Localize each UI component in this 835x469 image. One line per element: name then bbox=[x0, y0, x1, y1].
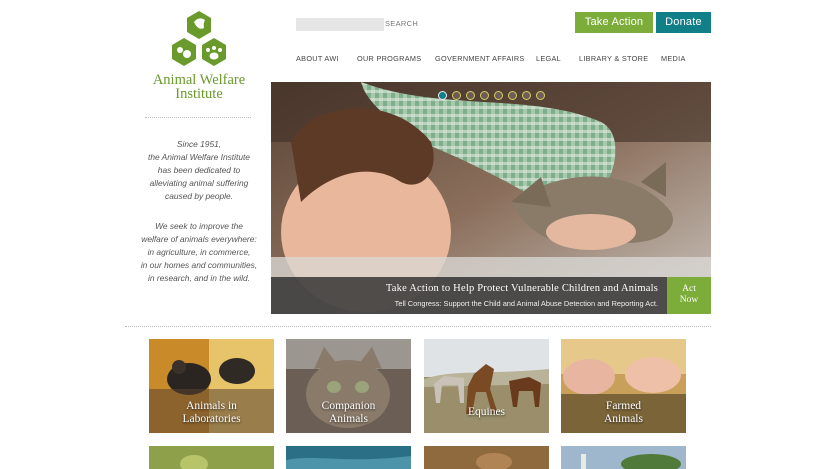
tagline-line: the Animal Welfare Institute bbox=[148, 152, 250, 162]
tile-row2-3[interactable] bbox=[424, 446, 549, 469]
tile-label-line1: Farmed bbox=[605, 400, 642, 412]
hero-title[interactable]: Take Action to Help Protect Vulnerable C… bbox=[386, 283, 658, 294]
tile-label-line1: Animals in bbox=[186, 400, 237, 412]
tile-label: Companion Animals bbox=[286, 400, 411, 425]
tile-image-horses bbox=[424, 339, 549, 433]
tile-farmed-animals[interactable]: Farmed Animals bbox=[561, 339, 686, 433]
tile-label: Equines bbox=[424, 406, 549, 419]
nav-our-programs[interactable]: OUR PROGRAMS bbox=[357, 54, 421, 63]
tagline-history: Since 1951, the Animal Welfare Institute… bbox=[135, 138, 263, 203]
donate-button[interactable]: Donate bbox=[656, 12, 711, 33]
slider-dot-6[interactable] bbox=[507, 91, 517, 100]
logo-name-line2: Institute bbox=[175, 86, 223, 102]
awi-logo[interactable]: Animal Welfare Institute bbox=[140, 10, 258, 101]
slider-dot-8[interactable] bbox=[535, 91, 545, 100]
slider-dot-5[interactable] bbox=[493, 91, 503, 100]
tagline-line: welfare of animals everywhere: bbox=[141, 234, 257, 244]
nav-media[interactable]: MEDIA bbox=[661, 54, 686, 63]
tile-animals-in-laboratories[interactable]: Animals in Laboratories bbox=[149, 339, 274, 433]
slider-pagination bbox=[271, 91, 711, 100]
take-action-button[interactable]: Take Action bbox=[575, 12, 653, 33]
tile-row2-1[interactable] bbox=[149, 446, 274, 469]
search-input[interactable] bbox=[296, 18, 384, 31]
nav-legal[interactable]: LEGAL bbox=[536, 54, 561, 63]
tile-label-line2: Laboratories bbox=[182, 412, 241, 425]
tile-image-wildlife bbox=[424, 446, 549, 469]
content-divider bbox=[125, 326, 711, 327]
tile-label-line1: Equines bbox=[467, 406, 506, 418]
tile-image-ocean bbox=[286, 446, 411, 469]
awi-hexagon-animals-icon bbox=[172, 11, 226, 66]
act-now-button[interactable]: Act Now bbox=[667, 277, 711, 314]
act-now-line2: Now bbox=[679, 295, 699, 305]
tile-equines[interactable]: Equines bbox=[424, 339, 549, 433]
tagline-line: in our homes and communities, bbox=[140, 260, 258, 270]
tile-image-capitol bbox=[561, 446, 686, 469]
slider-dot-2[interactable] bbox=[451, 91, 461, 100]
nav-about-awi[interactable]: ABOUT AWI bbox=[296, 54, 339, 63]
slider-dot-3[interactable] bbox=[465, 91, 475, 100]
tagline-line: in agriculture, in commerce, bbox=[147, 247, 251, 257]
tile-label: Animals in Laboratories bbox=[149, 400, 274, 425]
slider-dot-7[interactable] bbox=[521, 91, 531, 100]
hero-caption: Take Action to Help Protect Vulnerable C… bbox=[271, 277, 667, 314]
tagline-line: We seek to improve the bbox=[155, 221, 243, 231]
tile-label-line2: Animals bbox=[329, 412, 368, 425]
left-divider bbox=[145, 117, 251, 118]
hero-slider[interactable]: Take Action to Help Protect Vulnerable C… bbox=[271, 82, 711, 314]
tagline-mission: We seek to improve the welfare of animal… bbox=[135, 220, 263, 285]
nav-library-store[interactable]: LIBRARY & STORE bbox=[579, 54, 648, 63]
tagline-line: in research, and in the wild. bbox=[148, 273, 250, 283]
tile-label-line1: Companion bbox=[321, 400, 376, 412]
slider-dot-4[interactable] bbox=[479, 91, 489, 100]
tagline-line: caused by people. bbox=[165, 191, 233, 201]
tile-row2-4[interactable] bbox=[561, 446, 686, 469]
nav-government-affairs[interactable]: GOVERNMENT AFFAIRS bbox=[435, 54, 525, 63]
act-now-line1: Act bbox=[682, 284, 696, 294]
hero-subtitle: Tell Congress: Support the Child and Ani… bbox=[394, 299, 658, 308]
tagline-line: Since 1951, bbox=[176, 139, 222, 149]
tile-row2-2[interactable] bbox=[286, 446, 411, 469]
search-button[interactable]: SEARCH bbox=[385, 19, 418, 28]
logo-name-line1: Animal Welfare bbox=[152, 72, 246, 88]
tagline-line: has been dedicated to bbox=[157, 165, 241, 175]
tagline-line: alleviating animal suffering bbox=[149, 178, 249, 188]
tile-label: Farmed Animals bbox=[561, 400, 686, 425]
slider-dot-1[interactable] bbox=[437, 91, 447, 100]
tile-companion-animals[interactable]: Companion Animals bbox=[286, 339, 411, 433]
tile-label-line2: Animals bbox=[604, 412, 643, 425]
tile-image-frog bbox=[149, 446, 274, 469]
